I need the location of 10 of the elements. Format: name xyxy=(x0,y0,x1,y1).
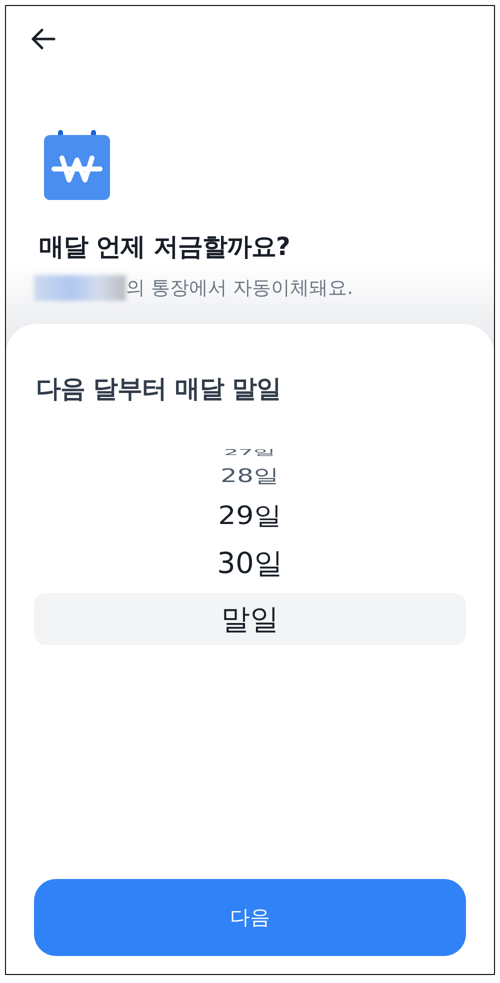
subtitle: 의 통장에서 자동이체돼요. xyxy=(126,276,354,301)
picker-option[interactable]: 말일 xyxy=(34,593,466,645)
calendar-won-icon xyxy=(44,130,110,200)
picker-option[interactable]: 30일 xyxy=(217,548,283,578)
picker-option[interactable]: 27일 xyxy=(224,448,276,456)
page-title: 매달 언제 저금할까요? xyxy=(39,231,291,263)
sheet-title: 다음 달부터 매달 말일 xyxy=(36,373,282,405)
picker-option[interactable]: 28일 xyxy=(220,466,280,486)
next-button[interactable]: 다음 xyxy=(34,879,466,956)
picker-option[interactable]: 29일 xyxy=(218,503,282,529)
